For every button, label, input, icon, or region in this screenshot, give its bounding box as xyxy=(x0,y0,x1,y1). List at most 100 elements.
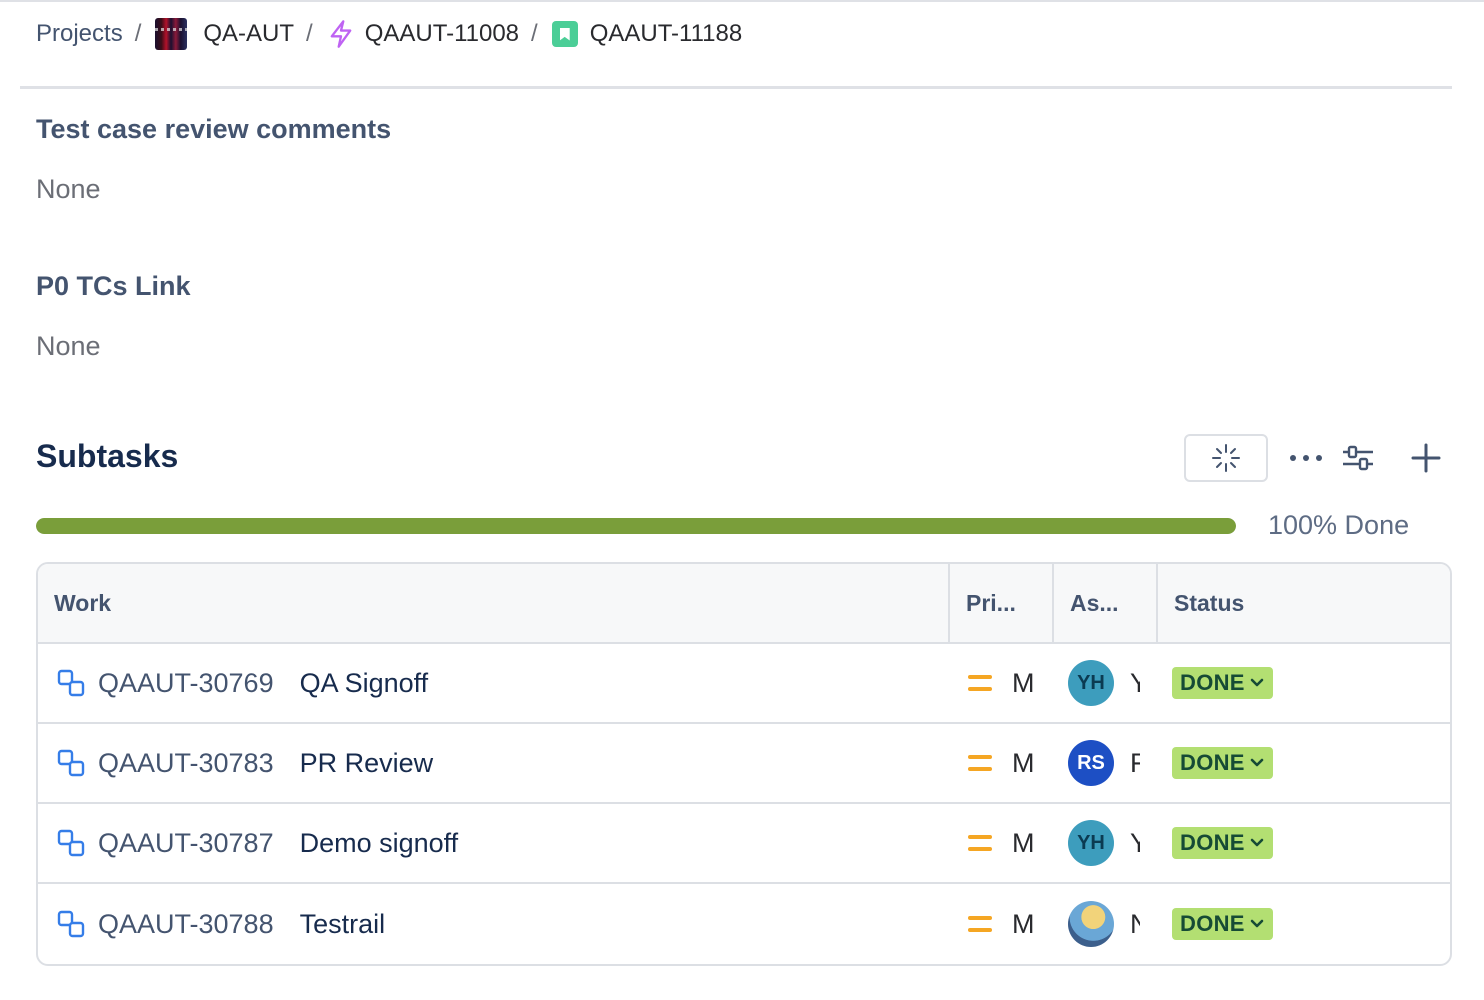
priority-cell[interactable]: M xyxy=(948,644,1052,722)
status-dropdown[interactable]: DONE xyxy=(1172,908,1273,940)
subtask-key[interactable]: QAAUT-30769 xyxy=(98,668,274,699)
epic-lightning-icon xyxy=(330,20,352,48)
breadcrumb-story[interactable]: QAAUT-11188 xyxy=(551,20,743,48)
breadcrumb-separator: / xyxy=(134,20,142,47)
breadcrumb-separator: / xyxy=(306,20,313,47)
filter-settings-button[interactable] xyxy=(1334,434,1382,482)
assignee-avatar: YH xyxy=(1068,660,1114,706)
breadcrumb-separator: / xyxy=(531,20,538,47)
table-body: QAAUT-30769 QA Signoff M YH Y DONE QAAUT… xyxy=(38,644,1450,964)
subtask-icon xyxy=(57,910,85,938)
subtask-summary[interactable]: Testrail xyxy=(300,909,386,940)
priority-label: M xyxy=(1012,908,1035,939)
column-header-assignee[interactable]: As... xyxy=(1052,564,1156,642)
work-cell: QAAUT-30783 PR Review xyxy=(38,724,948,802)
priority-medium-icon xyxy=(968,675,992,691)
field-label-test-case-review-comments: Test case review comments xyxy=(36,114,392,144)
table-row[interactable]: QAAUT-30769 QA Signoff M YH Y DONE xyxy=(38,644,1450,724)
breadcrumb-projects[interactable]: Projects xyxy=(36,20,123,48)
breadcrumb-projects-label: Projects xyxy=(36,20,123,47)
assignee-avatar xyxy=(1068,901,1114,947)
breadcrumb-story-label: QAAUT-11188 xyxy=(589,20,743,47)
table-row[interactable]: QAAUT-30787 Demo signoff M YH Y DONE xyxy=(38,804,1450,884)
column-header-priority[interactable]: Pri... xyxy=(948,564,1052,642)
header-divider xyxy=(20,86,1452,89)
status-cell: DONE xyxy=(1156,804,1450,882)
breadcrumb-epic[interactable]: QAAUT-11008 xyxy=(327,19,519,49)
sparkle-icon xyxy=(1212,444,1240,472)
work-cell: QAAUT-30788 Testrail xyxy=(38,884,948,964)
status-label: DONE xyxy=(1180,911,1245,936)
field-label-p0-tcs-link: P0 TCs Link xyxy=(36,271,191,301)
status-dropdown[interactable]: DONE xyxy=(1172,827,1273,859)
subtasks-progress-bar xyxy=(36,518,1236,534)
priority-cell[interactable]: M xyxy=(948,804,1052,882)
chevron-down-icon xyxy=(1250,758,1264,767)
ai-suggest-button[interactable] xyxy=(1184,434,1268,482)
status-cell: DONE xyxy=(1156,724,1450,802)
priority-label: M xyxy=(1012,747,1035,778)
table-header: Work Pri... As... Status xyxy=(38,564,1450,644)
status-cell: DONE xyxy=(1156,644,1450,722)
more-horizontal-icon xyxy=(1290,455,1322,461)
subtask-key[interactable]: QAAUT-30787 xyxy=(98,828,274,859)
sliders-icon xyxy=(1343,445,1373,471)
subtask-icon xyxy=(57,829,85,857)
status-dropdown[interactable]: DONE xyxy=(1172,747,1273,779)
assignee-cell[interactable]: YH Y xyxy=(1052,644,1156,722)
field-value-test-case-review-comments[interactable]: None xyxy=(36,174,101,205)
subtask-icon xyxy=(57,749,85,777)
assignee-name-truncated: Y xyxy=(1130,828,1140,859)
column-header-work[interactable]: Work xyxy=(38,564,948,642)
priority-cell[interactable]: M xyxy=(948,884,1052,964)
plus-icon xyxy=(1411,443,1441,473)
table-row[interactable]: QAAUT-30783 PR Review M RS F DONE xyxy=(38,724,1450,804)
subtask-icon xyxy=(57,669,85,697)
chevron-down-icon xyxy=(1250,919,1264,928)
subtasks-table: Work Pri... As... Status QAAUT-30769 QA … xyxy=(36,562,1452,966)
assignee-cell[interactable]: N xyxy=(1052,884,1156,964)
table-row[interactable]: QAAUT-30788 Testrail M N DONE xyxy=(38,884,1450,964)
subtask-key[interactable]: QAAUT-30788 xyxy=(98,909,274,940)
subtask-summary[interactable]: PR Review xyxy=(300,748,434,779)
priority-label: M xyxy=(1012,667,1035,698)
work-cell: QAAUT-30769 QA Signoff xyxy=(38,644,948,722)
assignee-cell[interactable]: YH Y xyxy=(1052,804,1156,882)
assignee-avatar: YH xyxy=(1068,820,1114,866)
status-label: DONE xyxy=(1180,830,1245,855)
status-dropdown[interactable]: DONE xyxy=(1172,667,1273,699)
priority-medium-icon xyxy=(968,755,992,771)
add-subtask-button[interactable] xyxy=(1402,434,1450,482)
chevron-down-icon xyxy=(1250,838,1264,847)
subtasks-actions xyxy=(1184,434,1450,482)
column-header-status[interactable]: Status xyxy=(1156,564,1450,642)
subtasks-progress-label: 100% Done xyxy=(1268,510,1410,540)
assignee-cell[interactable]: RS F xyxy=(1052,724,1156,802)
top-border xyxy=(0,0,1484,2)
subtask-key[interactable]: QAAUT-30783 xyxy=(98,748,274,779)
assignee-name-truncated: Y xyxy=(1130,668,1140,699)
breadcrumb-epic-label: QAAUT-11008 xyxy=(364,20,520,47)
subtask-summary[interactable]: Demo signoff xyxy=(300,828,459,859)
subtasks-heading: Subtasks xyxy=(36,438,179,474)
story-bookmark-icon xyxy=(551,21,578,47)
breadcrumb-project-label: QA-AUT xyxy=(203,20,295,47)
status-label: DONE xyxy=(1180,670,1245,695)
priority-medium-icon xyxy=(968,916,992,932)
status-label: DONE xyxy=(1180,750,1245,775)
chevron-down-icon xyxy=(1250,678,1264,687)
assignee-name-truncated: N xyxy=(1130,909,1140,940)
more-actions-button[interactable] xyxy=(1282,434,1330,482)
assignee-avatar: RS xyxy=(1068,740,1114,786)
priority-label: M xyxy=(1012,827,1035,858)
status-cell: DONE xyxy=(1156,884,1450,964)
project-avatar-icon xyxy=(155,18,188,50)
priority-medium-icon xyxy=(968,835,992,851)
breadcrumb-project[interactable]: QA-AUT xyxy=(155,18,294,50)
assignee-name-truncated: F xyxy=(1130,748,1140,779)
work-cell: QAAUT-30787 Demo signoff xyxy=(38,804,948,882)
priority-cell[interactable]: M xyxy=(948,724,1052,802)
field-value-p0-tcs-link[interactable]: None xyxy=(36,331,101,362)
subtask-summary[interactable]: QA Signoff xyxy=(300,668,429,699)
breadcrumb: Projects / QA-AUT / QAAUT-11008 / QAAUT-… xyxy=(36,16,742,52)
